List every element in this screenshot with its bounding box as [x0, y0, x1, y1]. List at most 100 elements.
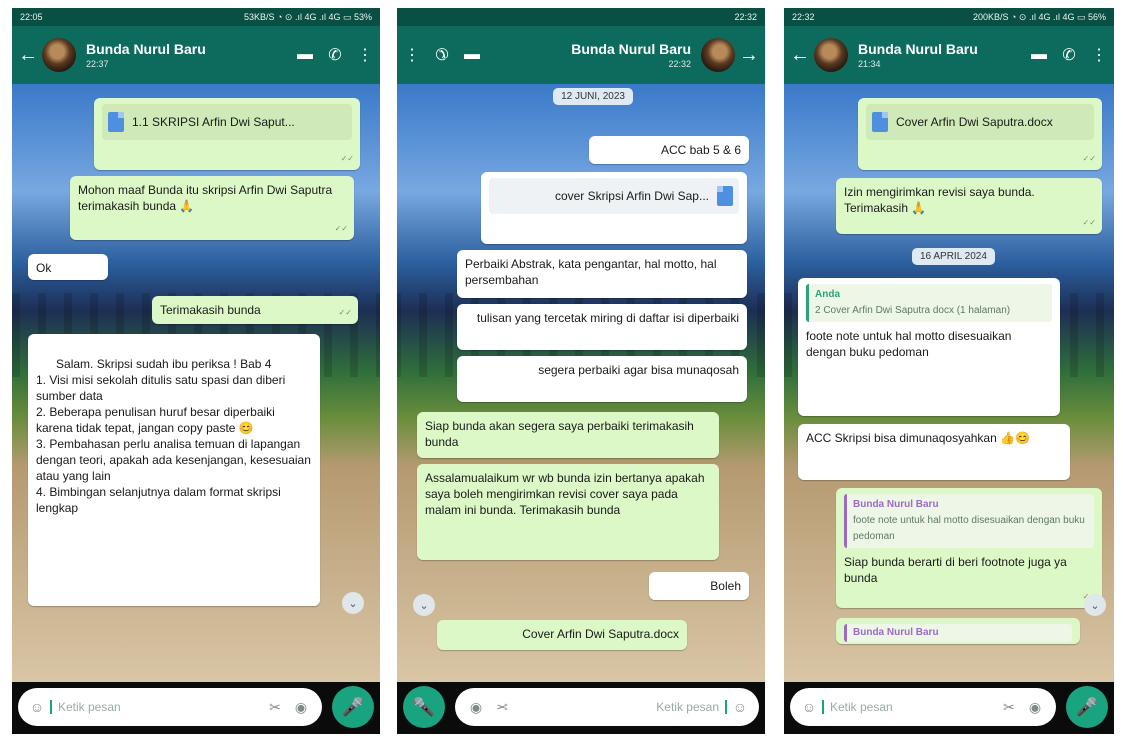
message-text: Siap bunda akan segera saya perbaiki ter… [425, 419, 694, 449]
chat-header: ← Bunda Nurul Baru 22:32 ▬ ✆ ⋮ [397, 26, 765, 84]
message-text: Assalamualaikum wr wb bunda izin bertany… [425, 471, 705, 517]
message-text: Salam. Skripsi sudah ibu periksa ! Bab 4… [36, 357, 311, 515]
reply-message[interactable]: Anda 2 Cover Arfin Dwi Saputra docx (1 h… [798, 278, 1060, 416]
camera-icon[interactable]: ◉ [463, 699, 489, 716]
read-receipt-icon: ✓✓ [334, 224, 348, 233]
attach-icon[interactable]: ✂ [489, 699, 515, 716]
file-message[interactable]: Cover Arfin Dwi Saputra.docx [437, 620, 687, 650]
message-input[interactable]: Ketik pesan [515, 700, 727, 714]
message-text: Cover Arfin Dwi Saputra.docx [522, 627, 679, 641]
message-bubble[interactable]: Mohon maaf Bunda itu skripsi Arfin Dwi S… [70, 176, 354, 240]
chat-wallpaper: 1.1 SKRIPSI Arfin Dwi Saput... ✓✓ Mohon … [12, 84, 380, 682]
mic-button[interactable]: 🎤 [1066, 686, 1108, 728]
video-call-icon[interactable]: ▬ [1024, 46, 1054, 64]
file-attachment[interactable]: 1.1 SKRIPSI Arfin Dwi Saput... [102, 104, 352, 140]
file-message[interactable]: Cover Arfin Dwi Saputra.docx ✓✓ [858, 98, 1102, 170]
contact-avatar[interactable] [701, 38, 735, 72]
more-options-icon[interactable]: ⋮ [397, 45, 427, 65]
message-input[interactable]: Ketik pesan [50, 700, 262, 714]
message-text: ACC bab 5 & 6 [660, 143, 741, 157]
document-icon [872, 112, 888, 132]
attach-icon[interactable]: ✂ [996, 699, 1022, 716]
message-bubble[interactable]: Ok [28, 254, 108, 280]
voice-call-icon[interactable]: ✆ [427, 45, 457, 65]
contact-avatar[interactable] [814, 38, 848, 72]
mic-button[interactable]: 🎤 [403, 686, 445, 728]
message-bubble[interactable]: Boleh [649, 572, 749, 600]
message-bubble[interactable]: Perbaiki Abstrak, kata pengantar, hal mo… [457, 250, 747, 298]
contact-avatar[interactable] [42, 38, 76, 72]
message-bubble[interactable]: segera perbaiki agar bisa munaqosah [457, 356, 747, 402]
status-time: 22:05 [20, 12, 43, 22]
message-bubble[interactable]: ACC Skripsi bisa dimunaqosyahkan 👍😊 [798, 424, 1070, 480]
scroll-down-icon[interactable]: ⌄ [413, 594, 435, 616]
read-receipt-icon: ✓✓ [338, 308, 352, 317]
mic-icon: 🎤 [341, 696, 365, 717]
mic-button[interactable]: 🎤 [332, 686, 374, 728]
read-receipt-icon: ✓✓ [1082, 154, 1096, 163]
message-bubble[interactable]: Terimakasih bunda ✓✓ [152, 296, 358, 324]
quoted-text: foote note untuk hal motto disesuaikan d… [853, 515, 1085, 542]
scroll-down-icon[interactable]: ⌄ [1084, 594, 1106, 616]
read-receipt-icon: ✓✓ [340, 154, 354, 163]
message-bubble[interactable]: tulisan yang tercetak miring di daftar i… [457, 304, 747, 350]
status-time: 22:32 [734, 12, 757, 22]
emoji-icon[interactable]: ☺ [24, 699, 50, 715]
chat-header: ← Bunda Nurul Baru 22:37 ▬ ✆ ⋮ [12, 26, 380, 84]
emoji-icon[interactable]: ☺ [727, 699, 753, 715]
message-input-bar[interactable]: ☺ Ketik pesan ✂ ◉ [455, 688, 759, 726]
mic-icon: 🎤 [1075, 696, 1099, 717]
message-text: Izin mengirimkan revisi saya bunda. Teri… [844, 185, 1035, 215]
message-bubble[interactable]: Izin mengirimkan revisi saya bunda. Teri… [836, 178, 1102, 234]
contact-title[interactable]: Bunda Nurul Baru 22:32 [487, 41, 691, 69]
message-text: foote note untuk hal motto disesuaikan d… [806, 329, 1012, 359]
date-chip: 16 APRIL 2024 [912, 248, 995, 265]
quoted-message[interactable]: Bunda Nurul Baru foote note untuk hal mo… [844, 494, 1094, 548]
scroll-down-icon[interactable]: ⌄ [342, 592, 364, 614]
file-attachment[interactable]: cover Skripsi Arfin Dwi Sap... [489, 178, 739, 214]
message-input[interactable]: Ketik pesan [822, 700, 996, 714]
back-arrow-icon[interactable]: ← [790, 44, 812, 67]
file-message[interactable]: cover Skripsi Arfin Dwi Sap... [481, 172, 747, 244]
message-bubble[interactable]: Siap bunda akan segera saya perbaiki ter… [417, 412, 719, 458]
voice-call-icon[interactable]: ✆ [1054, 45, 1084, 65]
camera-icon[interactable]: ◉ [288, 699, 314, 716]
video-call-icon[interactable]: ▬ [290, 46, 320, 64]
more-options-icon[interactable]: ⋮ [1084, 45, 1114, 65]
message-text: Mohon maaf Bunda itu skripsi Arfin Dwi S… [78, 183, 333, 213]
attach-icon[interactable]: ✂ [262, 699, 288, 716]
message-text: Ok [36, 261, 52, 275]
contact-title[interactable]: Bunda Nurul Baru 22:37 [86, 41, 290, 69]
chat-wallpaper: 12 JUNI, 2023 ACC bab 5 & 6 cover Skrips… [397, 84, 765, 682]
message-input-bar[interactable]: ☺ Ketik pesan ✂ ◉ [790, 688, 1056, 726]
quoted-message[interactable]: Anda 2 Cover Arfin Dwi Saputra docx (1 h… [806, 284, 1052, 322]
camera-icon[interactable]: ◉ [1022, 699, 1048, 716]
more-options-icon[interactable]: ⋮ [350, 45, 380, 65]
message-input-bar[interactable]: ☺ Ketik pesan ✂ ◉ [18, 688, 322, 726]
back-arrow-icon[interactable]: ← [737, 44, 759, 67]
chat-wallpaper: Cover Arfin Dwi Saputra.docx ✓✓ Izin men… [784, 84, 1114, 682]
message-text: Boleh [710, 579, 741, 593]
message-bubble[interactable]: Salam. Skripsi sudah ibu periksa ! Bab 4… [28, 334, 320, 606]
video-call-icon[interactable]: ▬ [457, 46, 487, 64]
back-arrow-icon[interactable]: ← [18, 44, 40, 67]
voice-call-icon[interactable]: ✆ [320, 45, 350, 65]
contact-title[interactable]: Bunda Nurul Baru 21:34 [858, 41, 1024, 69]
file-name: cover Skripsi Arfin Dwi Sap... [554, 189, 709, 203]
quoted-message: Bunda Nurul Baru [844, 624, 1072, 642]
last-seen: 22:32 [668, 59, 691, 69]
message-text: segera perbaiki agar bisa munaqosah [538, 363, 739, 377]
message-bubble[interactable]: ACC bab 5 & 6 [589, 136, 749, 164]
emoji-icon[interactable]: ☺ [796, 699, 822, 715]
read-receipt-icon: ✓✓ [1082, 218, 1096, 227]
last-seen: 21:34 [858, 59, 881, 69]
chat-header: ← Bunda Nurul Baru 21:34 ▬ ✆ ⋮ [784, 26, 1114, 84]
message-bubble[interactable]: Bunda Nurul Baru [836, 618, 1080, 644]
file-message[interactable]: 1.1 SKRIPSI Arfin Dwi Saput... ✓✓ [94, 98, 360, 170]
date-text: 12 JUNI, 2023 [561, 91, 625, 102]
document-icon [717, 186, 733, 206]
reply-message[interactable]: Bunda Nurul Baru foote note untuk hal mo… [836, 488, 1102, 608]
file-attachment[interactable]: Cover Arfin Dwi Saputra.docx [866, 104, 1094, 140]
status-bar: 22:32 200KB/S ◔ ⊙ .ıl 4G .ıl 4G ▭ 56% [784, 8, 1114, 26]
message-bubble[interactable]: Assalamualaikum wr wb bunda izin bertany… [417, 464, 719, 560]
